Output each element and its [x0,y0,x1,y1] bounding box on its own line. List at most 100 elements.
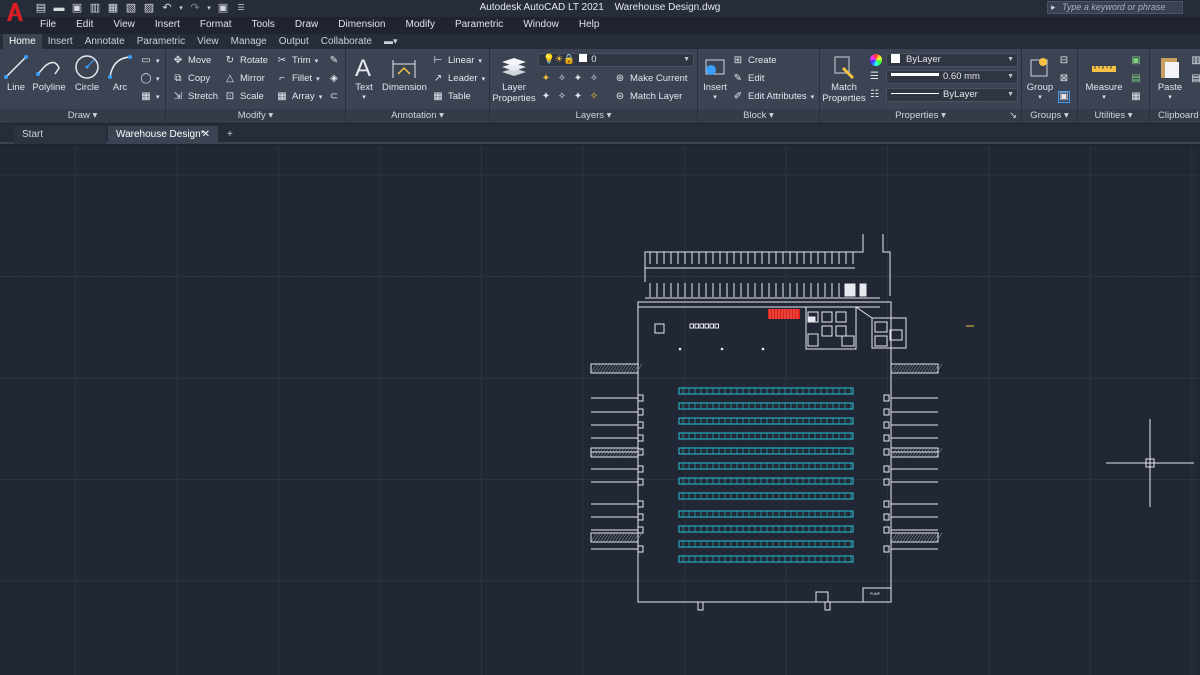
hatch-icon: ▦ [141,91,151,102]
menu-insert[interactable]: Insert [145,17,190,33]
circle-button[interactable]: Circle [72,52,102,93]
menu-window[interactable]: Window [513,17,569,33]
copy-clip-button[interactable]: ▤ [1190,71,1200,86]
array-button[interactable]: ▦ Array ▾ [276,89,322,104]
dock-door [883,513,890,521]
explode-button[interactable]: ◈ [328,71,340,86]
layer-unisolate-icon[interactable]: ✧ [556,91,568,103]
panel-groups-title[interactable]: Groups ▾ [1022,109,1077,123]
ribbon-minimize-icon[interactable]: ▬▾ [378,34,404,49]
trim-button[interactable]: ✂ Trim ▾ [276,53,318,68]
offset-button[interactable]: ⊂ [328,89,340,104]
cut-button[interactable]: ▥ [1190,53,1200,68]
layer-properties-button[interactable]: Layer Properties [492,52,536,104]
polyline-button[interactable]: Polyline [31,52,67,93]
panel-layers-title[interactable]: Layers ▾ [490,109,697,123]
calculator-button[interactable]: ▦ [1130,89,1142,104]
create-block-button[interactable]: ⊞ Create [732,53,777,68]
panel-properties-title[interactable]: Properties ▾ ↘ [820,109,1021,123]
layer-off-icon[interactable]: ✦ [540,73,552,85]
match-properties-button[interactable]: Match Properties [822,52,866,104]
group-button[interactable]: Group ▾ [1024,52,1056,101]
menu-edit[interactable]: Edit [66,17,103,33]
measure-button[interactable]: Measure ▾ [1082,52,1126,101]
new-tab-button[interactable]: + [221,126,241,144]
tab-home[interactable]: Home [3,34,42,49]
text-button[interactable]: A Text ▾ [350,52,378,101]
layer-unlock-icon[interactable]: ✧ [588,91,600,103]
hatch-line [599,363,607,374]
edit-attributes-button[interactable]: ✐ Edit Attributes ▾ [732,89,814,104]
select-all-button[interactable]: ▤ [1130,71,1142,86]
line-button[interactable]: Line [2,52,30,93]
menu-tools[interactable]: Tools [242,17,285,33]
linear-button[interactable]: ⊢ Linear ▾ [432,53,482,68]
scale-button[interactable]: ⊡ Scale [224,89,264,104]
search-input[interactable]: ▸ Type a keyword or phrase [1047,1,1183,14]
paste-button[interactable]: Paste ▾ [1154,52,1186,101]
panel-draw-title[interactable]: Draw ▾ [0,109,165,123]
tab-warehouse-design[interactable]: Warehouse Design* ✕ [108,126,218,144]
color-dropdown[interactable]: ByLayer ▼ [886,53,1018,67]
tab-collaborate[interactable]: Collaborate [315,34,378,49]
panel-clipboard: Paste ▾ ▥ ▤ Clipboard [1150,49,1200,123]
rectangle-button[interactable]: ▭ ▾ [140,53,159,68]
move-button[interactable]: ✥ Move [172,53,211,68]
drawing-canvas[interactable]: PUMP [0,146,1200,675]
erase-button[interactable]: ✎ [328,53,340,68]
menu-format[interactable]: Format [190,17,242,33]
lineweight-dropdown[interactable]: 0.60 mm ▼ [886,70,1018,84]
close-tab-icon[interactable]: ✕ [202,126,210,144]
tab-insert[interactable]: Insert [42,34,79,49]
dimension-button[interactable]: Dimension [382,52,427,93]
ellipse-button[interactable]: ◯ ▾ [140,71,159,86]
model-space[interactable]: PUMP [0,146,1200,675]
top-parking-slots-lower [649,283,840,297]
mirror-button[interactable]: △ Mirror [224,71,265,86]
tab-annotate[interactable]: Annotate [79,34,131,49]
panel-annotation-title[interactable]: Annotation ▾ [346,109,489,123]
panel-utilities-title[interactable]: Utilities ▾ [1078,109,1149,123]
menu-dimension[interactable]: Dimension [328,17,395,33]
insert-block-button[interactable]: Insert ▾ [700,52,730,101]
arc-button[interactable]: Arc [106,52,134,93]
leader-button[interactable]: ↗ Leader ▾ [432,71,485,86]
tab-parametric[interactable]: Parametric [131,34,191,49]
panel-block-title[interactable]: Block ▾ [698,109,819,123]
menu-draw[interactable]: Draw [285,17,328,33]
hatch-line [920,363,928,374]
warehouse-floorplan[interactable]: PUMP [590,234,943,611]
layer-freeze-icon[interactable]: ✦ [572,73,584,85]
make-current-button[interactable]: ⊛ Make Current [614,71,688,86]
menu-help[interactable]: Help [569,17,610,33]
group-select-button[interactable]: ▣ [1058,89,1070,104]
panel-clipboard-title[interactable]: Clipboard [1150,109,1200,123]
rotate-button[interactable]: ↻ Rotate [224,53,268,68]
menu-file[interactable]: File [30,17,66,33]
table-button[interactable]: ▦ Table [432,89,470,104]
match-layer-button[interactable]: ⊜ Match Layer [614,89,682,104]
stretch-button[interactable]: ⇲ Stretch [172,89,218,104]
layer-lock-icon[interactable]: ✧ [588,73,600,85]
quick-select-button[interactable]: ▣ [1130,53,1142,68]
menu-view[interactable]: View [103,17,145,33]
tab-manage[interactable]: Manage [225,34,273,49]
edit-block-icon: ✎ [733,73,743,84]
linetype-dropdown[interactable]: ByLayer ▼ [886,88,1018,102]
copy-button[interactable]: ⧉ Copy [172,71,210,86]
tab-view[interactable]: View [191,34,225,49]
tab-start[interactable]: Start [14,126,106,144]
menu-modify[interactable]: Modify [396,17,445,33]
ungroup-button[interactable]: ⊟ [1058,53,1070,68]
layer-on-icon[interactable]: ✦ [540,91,552,103]
layer-thaw-icon[interactable]: ✦ [572,91,584,103]
tab-output[interactable]: Output [273,34,315,49]
layer-isolate-icon[interactable]: ✧ [556,73,568,85]
edit-block-button[interactable]: ✎ Edit [732,71,765,86]
panel-modify-title[interactable]: Modify ▾ [166,109,345,123]
fillet-button[interactable]: ⌐ Fillet ▾ [276,71,320,86]
group-edit-button[interactable]: ⊠ [1058,71,1070,86]
layer-dropdown[interactable]: 💡☀🔒 0 ▼ [538,53,694,67]
hatch-button[interactable]: ▦ ▾ [140,89,159,104]
menu-parametric[interactable]: Parametric [445,17,513,33]
